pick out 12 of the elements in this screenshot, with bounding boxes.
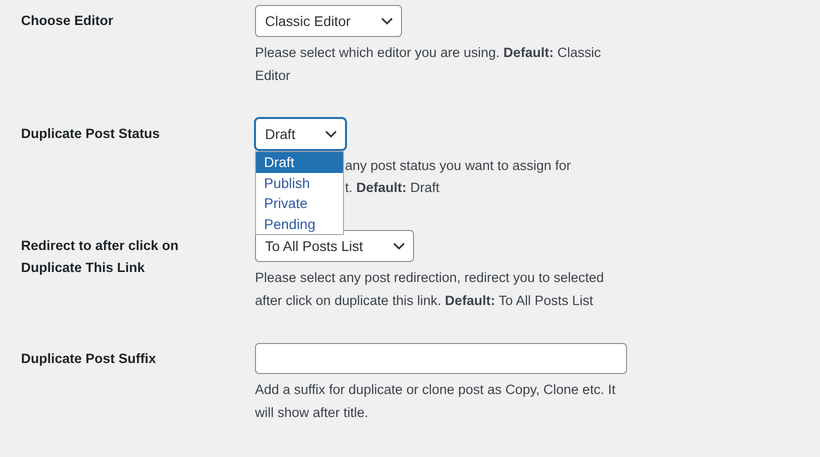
- field-description: Add a suffix for duplicate or clone post as Copy, Clone etc. It will show after title.: [255, 381, 616, 422]
- select-dropdown[interactable]: Draft: [255, 118, 346, 150]
- field-description: Please select any post redirection, redirect you to selected after click on duplicate this link. Default: To All Posts List: [255, 269, 605, 310]
- setting-label: Redirect to after click on Duplicate This Link: [21, 237, 180, 277]
- dropdown-option[interactable]: Draft: [256, 152, 343, 172]
- setting-label: Duplicate Post Status: [21, 125, 161, 143]
- setting-label: Choose Editor: [21, 12, 114, 30]
- select-dropdown[interactable]: Classic Editor: [255, 5, 402, 37]
- field-description: t. Default: Draft: [345, 179, 440, 197]
- setting-label: Duplicate Post Suffix: [21, 350, 158, 368]
- field-description: Please select which editor you are using. Default: Classic Editor: [255, 44, 602, 84]
- field-description: any post status you want to assign for: [345, 157, 571, 175]
